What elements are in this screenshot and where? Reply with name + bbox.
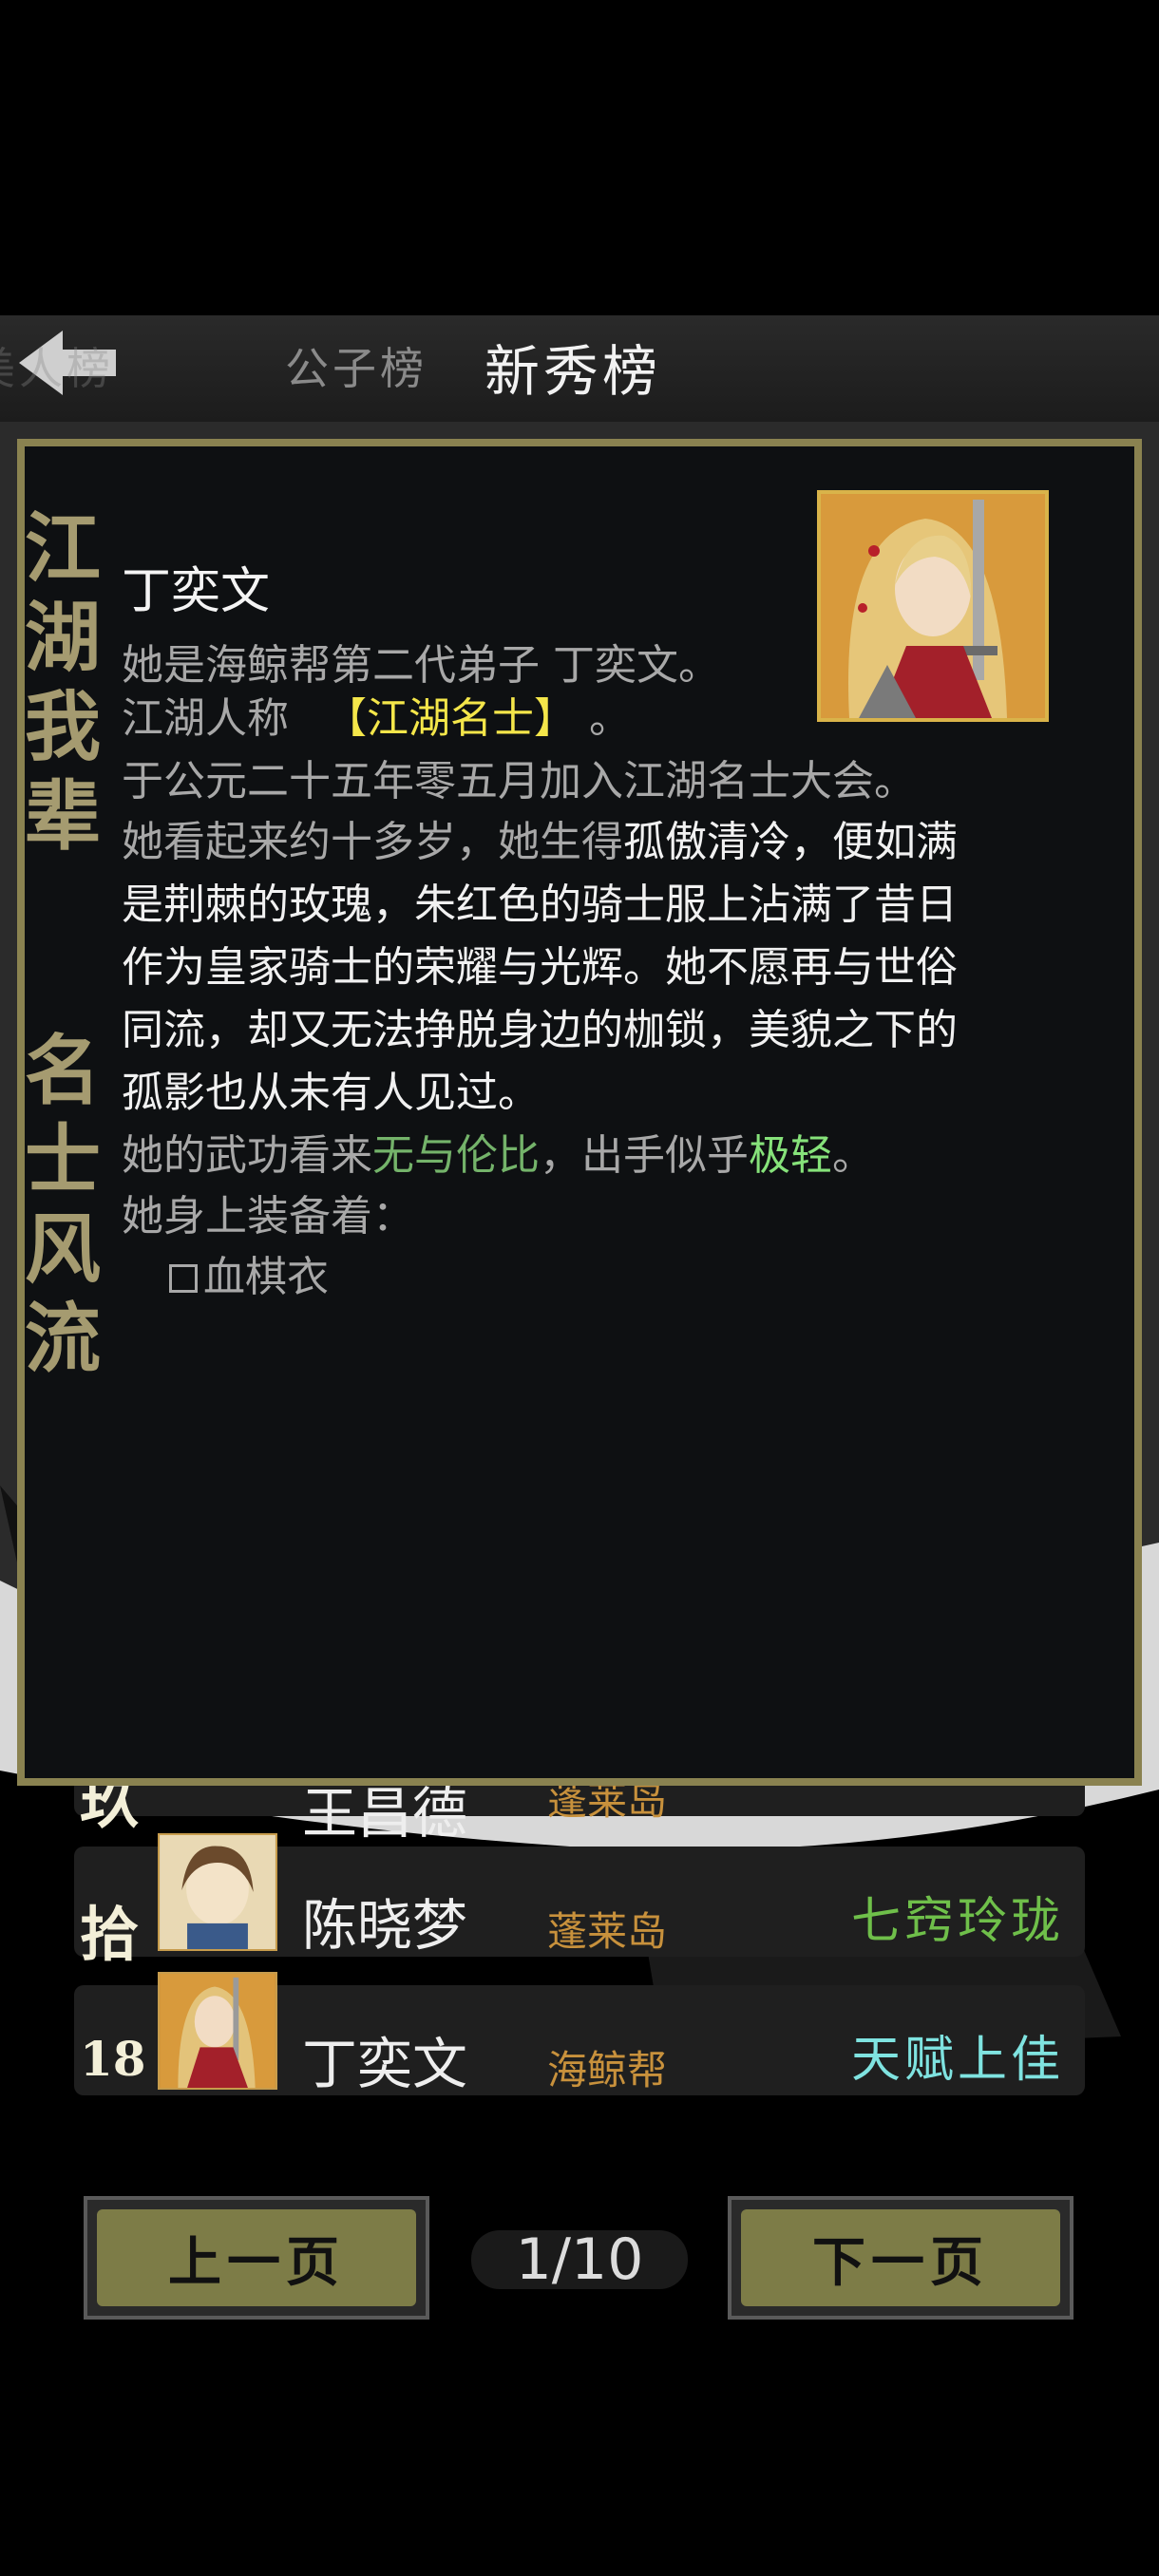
tab-meiren[interactable]: 美人榜 (0, 334, 114, 397)
character-portrait (817, 490, 1049, 722)
profile-text: 。 (589, 694, 631, 743)
skill-weight: 极轻 (749, 1131, 832, 1180)
profile-line: 同流，却又无法挣脱身边的枷锁，美貌之下的 (122, 1006, 958, 1054)
profile-text: 孤傲清冷，便如满 (623, 818, 958, 866)
callig-char: 名 (25, 1026, 101, 1115)
profile-line: 是荆棘的玫瑰，朱红色的骑士服上沾满了昔日 (122, 881, 958, 929)
row-title: 七窍玲珑 (850, 1893, 1064, 1950)
profile-text: 她看起来约十多岁，她生得 (122, 818, 623, 866)
jianghu-title: 【江湖名士】 (325, 694, 576, 743)
row-name: 陈晓梦 (302, 1893, 468, 1958)
profile-line: 于公元二十五年零五月加入江湖名士大会。 (122, 757, 916, 805)
page-indicator: 1/10 (471, 2230, 688, 2289)
callig-char: 风 (25, 1204, 101, 1294)
profile-line: 她身上装备着： (122, 1192, 414, 1241)
checkbox-icon (169, 1264, 198, 1293)
next-page-button[interactable]: 下一页 (728, 2196, 1074, 2320)
rank-number: 18 (80, 2031, 146, 2087)
callig-char: 湖 (25, 593, 101, 682)
profile-line: 作为皇家骑士的荣耀与光辉。她不愿再与世俗 (122, 943, 958, 992)
tab-gongzi[interactable]: 公子榜 (285, 334, 428, 397)
profile-line: 她是海鲸帮第二代弟子 丁奕文。 (122, 641, 720, 690)
profile-line: 江湖人称 【江湖名士】 。 (122, 684, 631, 745)
profile-line: 她看起来约十多岁，她生得孤傲清冷，便如满 (122, 807, 958, 868)
callig-char: 士 (25, 1115, 101, 1204)
skill-level: 无与伦比 (372, 1131, 540, 1180)
callig-char: 我 (25, 682, 101, 771)
row-title: 天赋上佳 (850, 2032, 1064, 2089)
avatar (158, 1972, 277, 2090)
prev-page-label: 上一页 (97, 2209, 416, 2306)
next-page-label: 下一页 (741, 2209, 1060, 2306)
profile-text: 。 (832, 1131, 874, 1180)
tab-xinxiu[interactable]: 新秀榜 (484, 327, 661, 407)
prev-page-button[interactable]: 上一页 (84, 2196, 429, 2320)
callig-char: 流 (25, 1294, 101, 1383)
profile-text: ，出手似乎 (540, 1131, 749, 1180)
callig-char: 江 (25, 503, 101, 593)
rank-number: 拾 (80, 1900, 140, 1969)
equipment-name: 血棋衣 (203, 1253, 329, 1301)
callig-char: 辈 (25, 771, 101, 861)
profile-text: 江湖人称 (122, 694, 289, 743)
row-name: 丁奕文 (302, 2032, 468, 2096)
profile-line: 孤影也从未有人见过。 (122, 1069, 540, 1117)
equipment-item[interactable]: 血棋衣 (169, 1242, 329, 1303)
side-calligraphy-bottom: 名 士 风 流 (21, 1026, 104, 1383)
profile-line: 她的武功看来无与伦比，出手似乎极轻。 (122, 1121, 874, 1182)
avatar (158, 1833, 277, 1951)
side-calligraphy-top: 江 湖 我 辈 (21, 503, 104, 861)
character-name: 丁奕文 (122, 563, 271, 620)
profile-text: 她的武功看来 (122, 1131, 372, 1180)
row-sect: 蓬莱岛 (547, 1908, 668, 1955)
row-sect: 海鲸帮 (547, 2047, 668, 2093)
